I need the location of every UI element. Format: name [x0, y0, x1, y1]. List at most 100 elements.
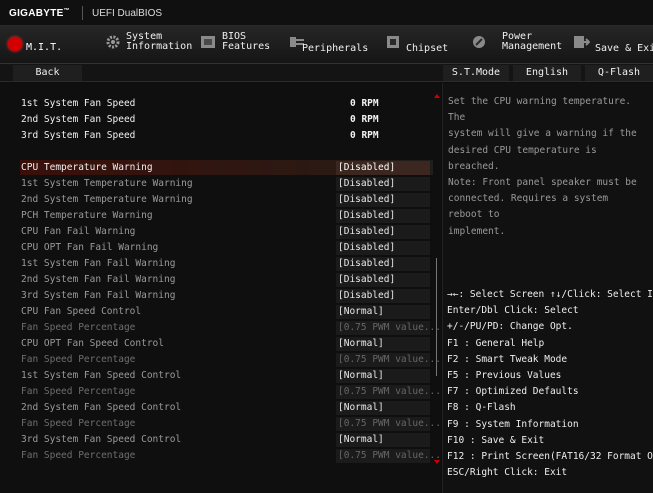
bios-icon [201, 36, 215, 48]
setting-row[interactable]: 2nd System Temperature Warning [Disabled… [20, 192, 433, 207]
product-title: UEFI DualBIOS [92, 8, 163, 19]
setting-value: [0.75 PWM value...] [336, 449, 447, 463]
setting-value: [0.75 PWM value...] [336, 353, 447, 367]
setting-row[interactable]: 3rd System Fan Speed Control [Normal] [20, 432, 433, 447]
scrollbar[interactable] [436, 258, 437, 376]
setting-label: 2nd System Fan Speed Control [21, 402, 182, 413]
setting-label: Fan Speed Percentage [21, 386, 136, 397]
setting-value: [0.75 PWM value...] [336, 417, 447, 431]
language-button[interactable]: English [513, 65, 581, 81]
setting-value[interactable]: [Disabled] [336, 257, 430, 271]
setting-label: 1st System Fan Fail Warning [21, 258, 176, 269]
setting-row[interactable]: 2nd System Fan Fail Warning [Disabled] [20, 272, 433, 287]
setting-label: Fan Speed Percentage [21, 418, 136, 429]
key-hint: F12 : Print Screen(FAT16/32 Format Only) [447, 450, 653, 462]
fan-speed-value: 0 RPM [350, 98, 379, 109]
setting-value[interactable]: [Disabled] [336, 289, 430, 303]
red-dot-icon [8, 37, 22, 51]
setting-label: Fan Speed Percentage [21, 450, 136, 461]
setting-label: 1st System Temperature Warning [21, 178, 193, 189]
fan-speed-row: 2nd System Fan Speed 0 RPM [20, 112, 433, 127]
setting-value[interactable]: [Normal] [336, 337, 430, 351]
tab-system-information[interactable]: System Information [100, 26, 192, 64]
tab-chipset-label: Chipset [406, 43, 449, 54]
key-hint: F7 : Optimized Defaults [447, 386, 579, 398]
setting-label: 1st System Fan Speed Control [21, 370, 182, 381]
key-hint: ESC/Right Click: Exit [447, 467, 568, 479]
smart-tweak-mode-button[interactable]: S.T.Mode [443, 65, 509, 81]
setting-cpu-temperature-warning[interactable]: CPU Temperature Warning [Disabled] [20, 160, 433, 175]
setting-value[interactable]: [Disabled] [336, 193, 430, 207]
setting-label: CPU OPT Fan Speed Control [21, 338, 164, 349]
scroll-down-arrow-icon[interactable] [434, 460, 440, 464]
tab-save-exit-label: Save & Exit [595, 43, 653, 54]
setting-row[interactable]: 1st System Temperature Warning [Disabled… [20, 176, 433, 191]
setting-label: CPU Fan Fail Warning [21, 226, 136, 237]
tab-mit-label: M.I.T. [26, 42, 63, 53]
setting-row: Fan Speed Percentage [0.75 PWM value...] [20, 320, 447, 335]
brand-divider [82, 6, 83, 20]
back-button[interactable]: Back [13, 65, 82, 81]
help-line: system will give a warning if the [448, 128, 637, 140]
setting-label: CPU Fan Speed Control [21, 306, 142, 317]
key-legend: →←: Select Screen ↑↓/Click: Select Item … [447, 287, 653, 481]
tab-mit[interactable]: M.I.T. [0, 26, 96, 64]
chip-icon [387, 36, 399, 48]
setting-row[interactable]: CPU OPT Fan Fail Warning [Disabled] [20, 240, 433, 255]
setting-row[interactable]: CPU Fan Speed Control [Normal] [20, 304, 433, 319]
setting-row[interactable]: PCH Temperature Warning [Disabled] [20, 208, 433, 223]
tab-bios-features-label: BIOS Features [222, 31, 271, 52]
sub-toolbar: Back S.T.Mode English Q-Flash [0, 64, 653, 82]
fan-speed-value: 0 RPM [350, 130, 379, 141]
fan-speed-label: 1st System Fan Speed [21, 98, 136, 109]
setting-value[interactable]: [Normal] [336, 305, 430, 319]
setting-label: 3rd System Fan Speed Control [21, 434, 182, 445]
tab-peripherals-label: Peripherals [302, 43, 369, 54]
key-hint: F2 : Smart Tweak Mode [447, 353, 568, 365]
help-panel: Set the CPU warning temperature. The sys… [442, 83, 653, 493]
tab-peripherals[interactable]: Peripherals [286, 26, 376, 64]
setting-row[interactable]: 3rd System Fan Fail Warning [Disabled] [20, 288, 433, 303]
setting-row[interactable]: CPU Fan Fail Warning [Disabled] [20, 224, 433, 239]
setting-value[interactable]: [Normal] [336, 433, 430, 447]
setting-value[interactable]: [Disabled] [336, 241, 430, 255]
setting-value: [0.75 PWM value...] [336, 385, 447, 399]
brand-logo: GIGABYTE™ [9, 8, 70, 19]
top-bar: GIGABYTE™ UEFI DualBIOS [0, 0, 653, 26]
setting-row: Fan Speed Percentage [0.75 PWM value...] [20, 384, 447, 399]
fan-speed-value: 0 RPM [350, 114, 379, 125]
setting-row[interactable]: 1st System Fan Speed Control [Normal] [20, 368, 433, 383]
setting-label: 3rd System Fan Fail Warning [21, 290, 176, 301]
tab-power-management[interactable]: Power Management [466, 26, 564, 64]
setting-label: 2nd System Fan Fail Warning [21, 274, 176, 285]
scroll-up-arrow-icon[interactable] [434, 94, 440, 98]
setting-value: [0.75 PWM value...] [336, 321, 447, 335]
tab-system-information-label: System Information [126, 31, 193, 52]
tab-save-exit[interactable]: Save & Exit [570, 26, 653, 64]
tab-chipset[interactable]: Chipset [382, 26, 456, 64]
help-line: connected. Requires a system reboot to [448, 193, 609, 221]
setting-row: Fan Speed Percentage [0.75 PWM value...] [20, 448, 447, 463]
setting-label: CPU OPT Fan Fail Warning [21, 242, 159, 253]
setting-value[interactable]: [Disabled] [336, 177, 430, 191]
setting-value[interactable]: [Disabled] [336, 273, 430, 287]
key-hint: F5 : Previous Values [447, 369, 562, 381]
setting-row: Fan Speed Percentage [0.75 PWM value...] [20, 416, 447, 431]
key-hint: F9 : System Information [447, 418, 579, 430]
help-line: Set the CPU warning temperature. The [448, 96, 632, 124]
setting-value[interactable]: [Normal] [336, 401, 430, 415]
setting-value[interactable]: [Disabled] [336, 209, 430, 223]
setting-row[interactable]: 1st System Fan Fail Warning [Disabled] [20, 256, 433, 271]
tab-bios-features[interactable]: BIOS Features [194, 26, 280, 64]
help-line: desired CPU temperature is breached. [448, 144, 597, 172]
setting-value[interactable]: [Disabled] [336, 161, 430, 175]
setting-row[interactable]: CPU OPT Fan Speed Control [Normal] [20, 336, 433, 351]
gear-icon [106, 35, 120, 49]
fan-speed-label: 3rd System Fan Speed [21, 130, 136, 141]
q-flash-button[interactable]: Q-Flash [585, 65, 653, 81]
setting-value[interactable]: [Normal] [336, 369, 430, 383]
setting-row: Fan Speed Percentage [0.75 PWM value...] [20, 352, 447, 367]
setting-row[interactable]: 2nd System Fan Speed Control [Normal] [20, 400, 433, 415]
setting-value[interactable]: [Disabled] [336, 225, 430, 239]
key-hint: F10 : Save & Exit [447, 434, 545, 446]
